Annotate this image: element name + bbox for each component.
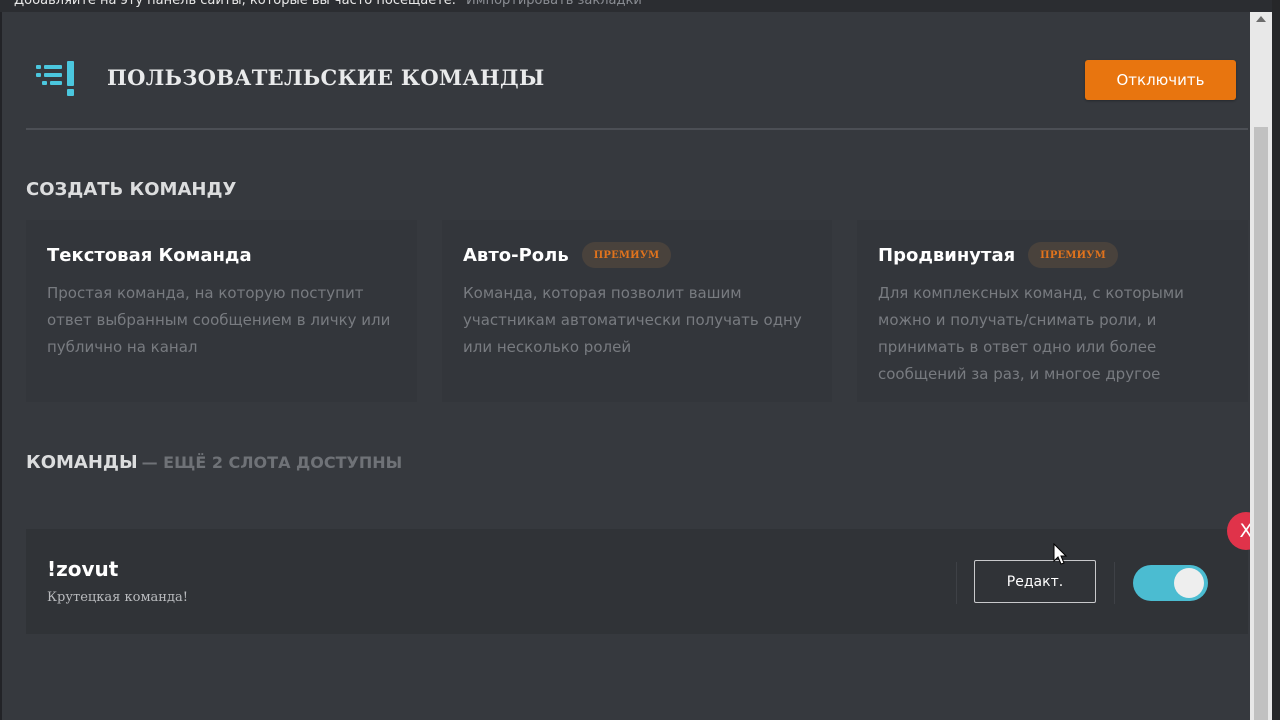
row-separator — [1114, 562, 1115, 604]
disable-button[interactable]: Отключить — [1085, 60, 1236, 100]
command-name: !zovut — [47, 557, 119, 581]
card-title: Продвинутая — [878, 244, 1016, 266]
bookmarks-bar: Добавляйте на эту панель сайты, которые … — [0, 0, 1280, 12]
commands-title: КОМАНДЫ — [26, 452, 138, 473]
create-command-heading: СОЗДАТЬ КОМАНДУ — [26, 179, 237, 200]
page-title: ПОЛЬЗОВАТЕЛЬСКИЕ КОМАНДЫ — [107, 65, 545, 90]
scroll-up-icon[interactable] — [1256, 16, 1266, 22]
header-divider — [26, 128, 1248, 130]
toggle-knob — [1174, 568, 1204, 598]
window-edge — [1272, 0, 1280, 720]
scrollbar[interactable] — [1250, 12, 1272, 720]
bookmark-hint: Добавляйте на эту панель сайты, которые … — [14, 0, 456, 8]
commands-slots-available: — ЕЩЁ 2 СЛОТА ДОСТУПНЫ — [141, 453, 403, 472]
scrollbar-thumb[interactable] — [1254, 127, 1268, 720]
import-bookmarks-link[interactable]: Импортировать закладки — [466, 0, 642, 8]
card-title: Текстовая Команда — [47, 244, 252, 266]
premium-badge: ПРЕМИУМ — [1028, 242, 1118, 268]
edit-button[interactable]: Редакт. — [974, 560, 1096, 603]
row-separator — [956, 562, 957, 604]
card-description: Простая команда, на которую поступит отв… — [47, 284, 391, 356]
advanced-command-card[interactable]: Продвинутая ПРЕМИУМ Для комплексных кома… — [857, 220, 1248, 402]
card-description: Команда, которая позволит вашим участник… — [463, 284, 802, 356]
command-enabled-toggle[interactable] — [1133, 565, 1208, 601]
card-description: Для комплексных команд, с которыми можно… — [878, 284, 1184, 383]
command-description: Крутецкая команда! — [47, 590, 188, 605]
commands-heading: КОМАНДЫ — ЕЩЁ 2 СЛОТА ДОСТУПНЫ — [26, 452, 402, 473]
auto-role-card[interactable]: Авто-Роль ПРЕМИУМ Команда, которая позво… — [442, 220, 832, 402]
card-title: Авто-Роль — [463, 244, 569, 266]
text-command-card[interactable]: Текстовая Команда Простая команда, на ко… — [26, 220, 417, 402]
window-border — [0, 12, 2, 720]
premium-badge: ПРЕМИУМ — [581, 242, 672, 268]
mouse-cursor-icon — [1053, 543, 1068, 565]
custom-commands-icon — [36, 61, 74, 96]
